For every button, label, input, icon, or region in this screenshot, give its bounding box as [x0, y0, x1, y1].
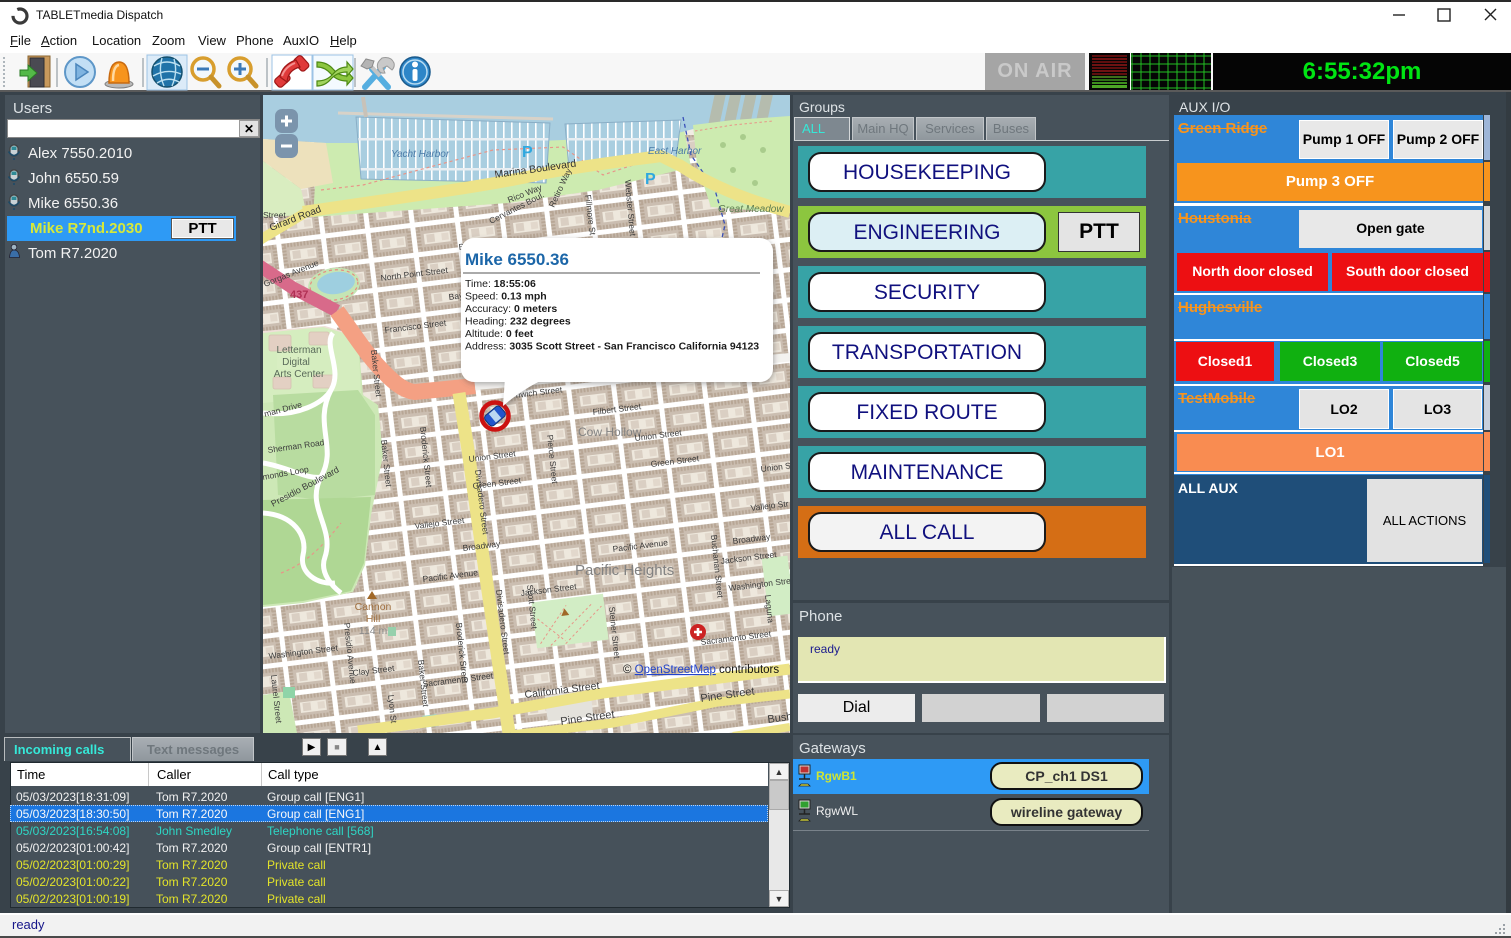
- svg-text:Accuracy: 0 meters: Accuracy: 0 meters: [465, 303, 557, 315]
- svg-text:P: P: [645, 171, 656, 188]
- svg-text:East Harbor: East Harbor: [648, 146, 702, 157]
- svg-text:Address: 3035 Scott Street -: Address: 3035 Scott Street - San Francis…: [465, 341, 759, 353]
- svg-text:Heading: 232 degrees: Heading: 232 degrees: [465, 316, 571, 328]
- svg-text:Hill: Hill: [366, 613, 381, 625]
- svg-text:Digital: Digital: [282, 357, 310, 368]
- svg-text:Street: Street: [263, 210, 286, 220]
- svg-text:Cow Hollow: Cow Hollow: [578, 425, 642, 439]
- svg-text:Arts Center: Arts Center: [274, 369, 325, 380]
- svg-text:Time: 18:55:06: Time: 18:55:06: [465, 278, 536, 290]
- svg-text:Cannon: Cannon: [355, 601, 392, 613]
- svg-text:Yacht Harbor: Yacht Harbor: [391, 149, 450, 160]
- svg-text:Altitude: 0 feet: Altitude: 0 feet: [465, 328, 534, 340]
- svg-text:Mike 6550.36: Mike 6550.36: [465, 250, 569, 269]
- svg-text:Great Meadow: Great Meadow: [718, 204, 784, 215]
- svg-text:P: P: [522, 144, 533, 161]
- svg-text:Letterman: Letterman: [276, 345, 321, 356]
- svg-text:114 m: 114 m: [359, 625, 388, 637]
- svg-text:Pacific Heights: Pacific Heights: [575, 562, 674, 579]
- svg-text:Speed: 0.13 mph: Speed: 0.13 mph: [465, 291, 547, 303]
- svg-text:437: 437: [290, 289, 308, 301]
- svg-text:© OpenStreetMap contributors: © OpenStreetMap contributors: [623, 664, 779, 676]
